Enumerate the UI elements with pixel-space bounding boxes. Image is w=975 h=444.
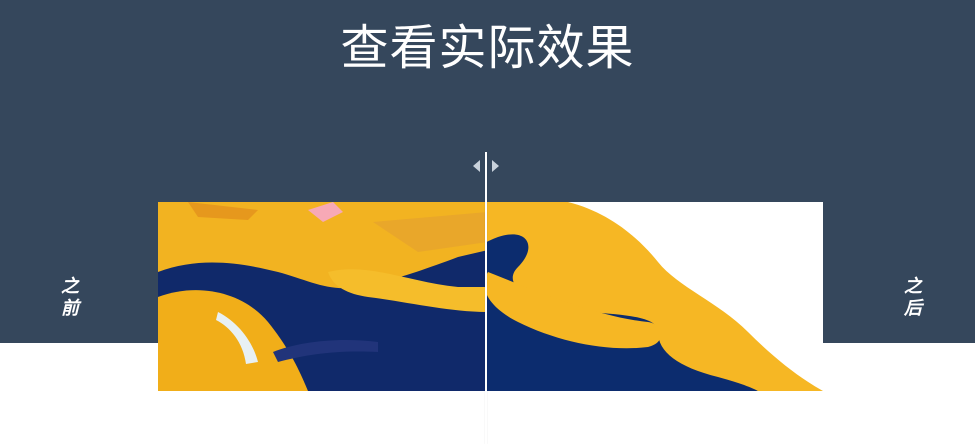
after-label-line-1: 之	[904, 276, 922, 297]
before-label-line-2: 前	[61, 298, 79, 319]
before-label: 之 前	[50, 276, 90, 320]
after-label: 之 后	[893, 276, 933, 320]
drag-handle[interactable]	[472, 158, 500, 174]
after-label-line-2: 后	[904, 298, 922, 319]
before-after-comparison[interactable]	[158, 202, 823, 391]
before-label-line-1: 之	[61, 276, 79, 297]
page-title: 查看实际效果	[340, 20, 635, 76]
comparison-divider-line[interactable]	[485, 152, 487, 444]
arrow-left-icon	[473, 160, 480, 172]
before-image-clip	[158, 202, 486, 391]
before-image	[158, 202, 486, 391]
arrow-right-icon	[492, 160, 499, 172]
